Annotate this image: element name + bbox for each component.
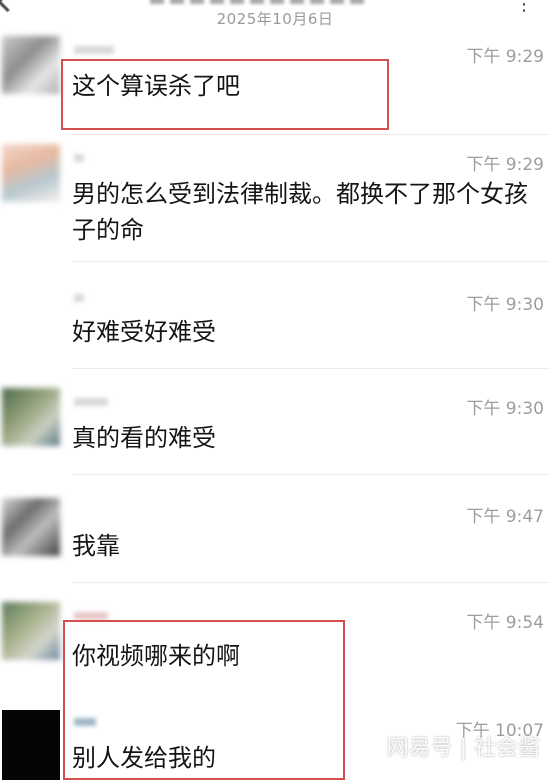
highlight-box	[61, 59, 389, 130]
divider	[72, 134, 550, 135]
highlight-box	[63, 620, 345, 780]
message-time: 下午 9:54	[466, 613, 544, 633]
message-text[interactable]: 真的看的难受	[72, 420, 542, 456]
sender-name	[74, 398, 108, 406]
avatar[interactable]	[2, 36, 60, 94]
chat-message: 下午 9:29 男的怎么受到法律制裁。都换不了那个女孩子的命	[0, 142, 550, 252]
date-label: 2025年10月6日	[216, 10, 334, 28]
chat-message: 下午 9:30 真的看的难受	[0, 386, 550, 478]
divider	[72, 261, 550, 262]
message-text[interactable]: 好难受好难受	[72, 314, 542, 350]
divider	[72, 582, 550, 583]
message-text[interactable]: 我靠	[72, 528, 542, 564]
message-text[interactable]: 男的怎么受到法律制裁。都换不了那个女孩子的命	[72, 176, 542, 248]
sender-name	[74, 46, 114, 54]
avatar[interactable]	[2, 498, 60, 556]
message-time: 下午 9:29	[466, 155, 544, 175]
sender-name	[74, 154, 84, 162]
chat-message: 下午 9:47 我靠	[0, 494, 550, 586]
avatar[interactable]	[2, 602, 60, 660]
chat-message: 下午 9:30 好难受好难受	[0, 282, 550, 374]
watermark: 网易号 | 社会酱	[386, 736, 540, 761]
avatar[interactable]	[2, 388, 60, 446]
divider	[72, 474, 550, 475]
blurred-title	[150, 0, 370, 4]
sender-name	[74, 612, 108, 620]
message-time: 下午 9:47	[466, 507, 544, 527]
sender-name	[74, 294, 84, 302]
message-time: 下午 9:30	[466, 399, 544, 419]
message-time: 下午 9:29	[466, 47, 544, 67]
message-time: 下午 9:30	[466, 295, 544, 315]
avatar[interactable]	[2, 144, 60, 202]
avatar[interactable]	[2, 710, 60, 780]
divider	[72, 368, 550, 369]
